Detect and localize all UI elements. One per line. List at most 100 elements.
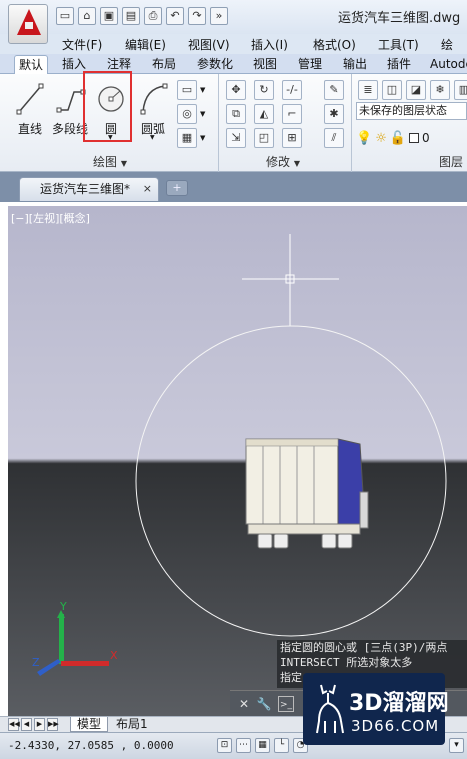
trim-icon[interactable]: -/- [282, 80, 302, 100]
menu-bar: 文件(F) 编辑(E) 视图(V) 插入(I) 格式(O) 工具(T) 绘 [0, 34, 467, 54]
tab-default[interactable]: 默认 [14, 55, 49, 74]
line-tool-label: 直线 [17, 122, 42, 136]
rectangle-icon[interactable]: ▭ [177, 80, 197, 100]
unlock-icon: 🔓 [389, 130, 407, 146]
qat-expand-icon[interactable]: » [210, 7, 228, 25]
arc-dropdown-icon[interactable]: ▼ [150, 134, 155, 141]
open-folder-icon[interactable]: ⌂ [78, 7, 96, 25]
ortho-mode-icon[interactable]: └ [274, 738, 289, 753]
customize-wrench-icon[interactable]: 🔧 [256, 696, 272, 712]
undo-icon[interactable]: ↶ [166, 7, 184, 25]
layer-isolate-icon[interactable]: ◫ [382, 80, 402, 100]
tab-plugins[interactable]: 插件 [383, 55, 415, 74]
move-icon[interactable]: ✥ [226, 80, 246, 100]
line-icon [16, 83, 44, 115]
line-tool-button[interactable]: 直线 [10, 78, 50, 136]
tab-view[interactable]: 视图 [249, 55, 281, 74]
layer-panel-title[interactable]: 图层 [439, 153, 463, 170]
save-as-icon[interactable]: ▤ [122, 7, 140, 25]
watermark-sub-text: 3D66.COM [351, 717, 440, 735]
quick-access-toolbar: ▭ ⌂ ▣ ▤ ⎙ ↶ ↷ » [56, 7, 228, 27]
redo-icon[interactable]: ↷ [188, 7, 206, 25]
circle-tool-highlight [83, 71, 132, 142]
menu-insert[interactable]: 插入(I) [251, 36, 288, 53]
tab-manage[interactable]: 管理 [294, 55, 326, 74]
tab-layout1[interactable]: 布局1 [110, 717, 154, 732]
cursor-coordinates: -2.4330, 27.0585 , 0.0000 [8, 739, 174, 752]
layer-freeze-icon[interactable]: ❄ [430, 80, 450, 100]
menu-file[interactable]: 文件(F) [62, 36, 102, 53]
viewport-controls-label[interactable]: [−][左视][概念] [11, 210, 90, 226]
document-tab-bar: 运货汽车三维图* × + [0, 172, 467, 202]
print-icon[interactable]: ⎙ [144, 7, 162, 25]
tab-model[interactable]: 模型 [70, 717, 109, 732]
status-bar-menu-icon[interactable]: ▾ [449, 738, 464, 753]
menu-draw[interactable]: 绘 [441, 36, 453, 53]
hatch-icon[interactable]: ▦ [177, 128, 197, 148]
document-title: 运货汽车三维图.dwg [338, 11, 461, 26]
offset-icon[interactable]: ⫽ [324, 128, 344, 148]
tab-output[interactable]: 输出 [339, 55, 371, 74]
fillet-icon[interactable]: ⌐ [282, 104, 302, 124]
layer-lock-icon[interactable]: ▥ [454, 80, 467, 100]
scale-icon[interactable]: ◰ [254, 128, 274, 148]
command-prompt-icon[interactable]: >_ [278, 696, 294, 712]
sun-icon: ☼ [375, 130, 387, 146]
tab-autodesk[interactable]: Autode [426, 55, 467, 74]
layer-properties-icon[interactable]: ≣ [358, 80, 378, 100]
menu-tools[interactable]: 工具(T) [378, 36, 419, 53]
mirror-icon[interactable]: ◭ [254, 104, 274, 124]
ucs-icon [37, 610, 109, 676]
current-layer-name: 0 [422, 131, 430, 145]
first-layout-icon[interactable]: ◀◀ [8, 718, 20, 731]
stretch-icon[interactable]: ⇲ [226, 128, 246, 148]
ucs-z-label: Z [32, 656, 40, 669]
close-command-line-icon[interactable]: ✕ [236, 696, 252, 712]
new-tab-icon[interactable]: + [166, 180, 188, 196]
snap-mode-icon[interactable]: ⋯ [236, 738, 251, 753]
document-tab-label: 运货汽车三维图* [40, 182, 131, 196]
modify-panel-expand-icon: ▼ [293, 159, 300, 168]
next-layout-icon[interactable]: ▶ [34, 718, 45, 731]
last-layout-icon[interactable]: ▶▶ [47, 718, 59, 731]
deer-icon [316, 684, 344, 734]
ucs-y-label: Y [60, 600, 67, 613]
save-icon[interactable]: ▣ [100, 7, 118, 25]
erase-icon[interactable]: ✎ [324, 80, 344, 100]
tab-parametric[interactable]: 参数化 [193, 55, 237, 74]
modify-panel-title[interactable]: 修改 ▼ [266, 153, 300, 170]
prev-layout-icon[interactable]: ◀ [21, 718, 32, 731]
draw-panel-expand-icon: ▼ [120, 159, 127, 168]
tab-layout[interactable]: 布局 [148, 55, 180, 74]
array-icon[interactable]: ⊞ [282, 128, 302, 148]
ribbon-tab-bar: 默认 插入 注释 布局 参数化 视图 管理 输出 插件 Autode [0, 54, 467, 74]
hatch-dropdown-icon[interactable]: ▼ [200, 134, 205, 142]
layer-color-swatch [409, 133, 420, 143]
rotate-icon[interactable]: ↻ [254, 80, 274, 100]
application-menu-button[interactable] [8, 4, 48, 44]
ribbon-panel: 直线 多段线 圆 ▼ 圆弧 ▼ ▭ ◎ ▦ ▼ ▼ ▼ ✥ ↻ -/- ✎ ⧉ … [0, 74, 467, 172]
layer-off-icon[interactable]: ◪ [406, 80, 426, 100]
layer-state-dropdown[interactable]: 未保存的图层状态 [356, 102, 467, 120]
document-tab[interactable]: 运货汽车三维图* × [19, 177, 159, 201]
arc-tool-button[interactable]: 圆弧 ▼ [133, 78, 173, 141]
new-file-icon[interactable]: ▭ [56, 7, 74, 25]
copy-icon[interactable]: ⧉ [226, 104, 246, 124]
draw-panel-title[interactable]: 绘图 ▼ [93, 153, 127, 170]
arc-icon [140, 83, 168, 115]
menu-format[interactable]: 格式(O) [313, 36, 356, 53]
command-line-2: INTERSECT 所选对象太多 [280, 656, 413, 669]
close-tab-icon[interactable]: × [143, 178, 152, 200]
explode-icon[interactable]: ✱ [324, 104, 344, 124]
menu-view[interactable]: 视图(V) [188, 36, 230, 53]
watermark-main-text: 3D溜溜网 [349, 691, 449, 716]
ellipse-icon[interactable]: ◎ [177, 104, 197, 124]
crosshair-cursor-icon [242, 234, 339, 326]
menu-edit[interactable]: 编辑(E) [125, 36, 166, 53]
infer-constraints-icon[interactable]: ⊡ [217, 738, 232, 753]
rectangle-dropdown-icon[interactable]: ▼ [200, 86, 205, 94]
current-layer-control[interactable]: 💡 ☼ 🔓 0 [356, 128, 430, 148]
ellipse-dropdown-icon[interactable]: ▼ [200, 110, 205, 118]
polyline-icon [56, 89, 86, 113]
grid-display-icon[interactable]: ▦ [255, 738, 270, 753]
